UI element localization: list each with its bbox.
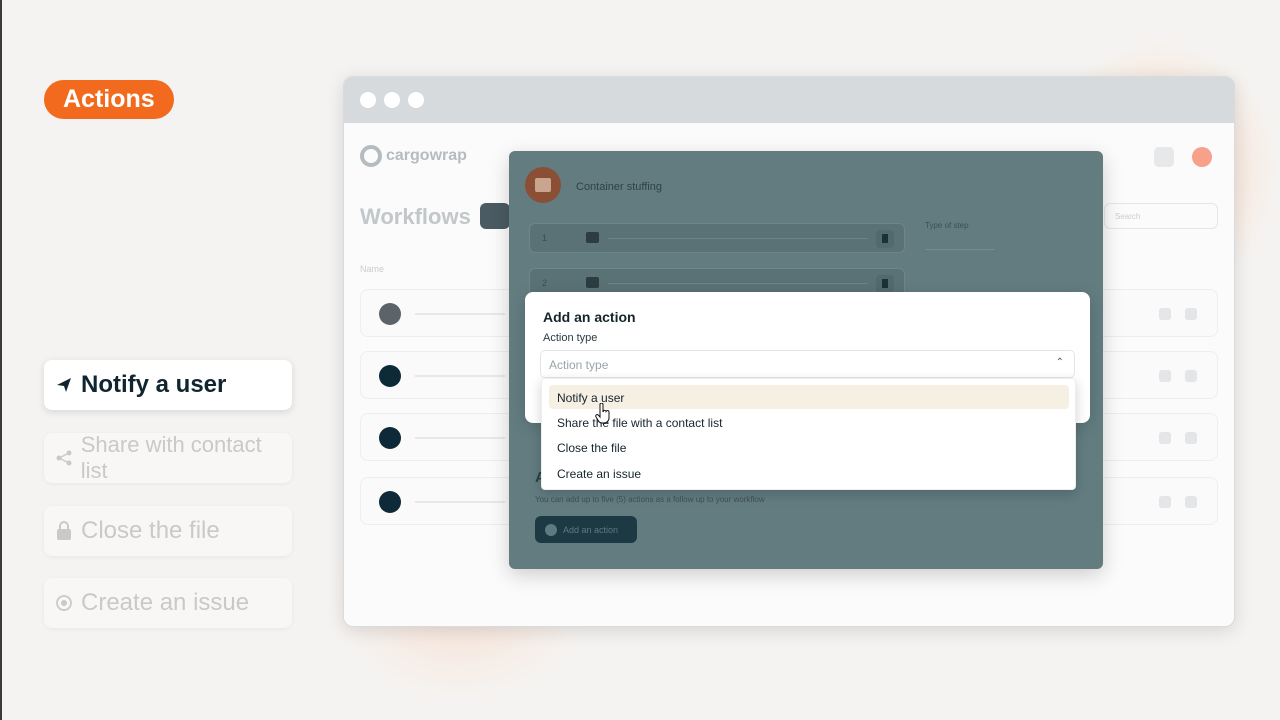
chevron-up-icon: ⌃ — [1055, 357, 1064, 368]
side-item-label: Create an issue — [81, 589, 250, 616]
camera-icon — [586, 232, 599, 243]
step-input-line — [608, 238, 868, 239]
edit-icon — [1159, 432, 1171, 444]
side-item-notify-user: Notify a user — [44, 360, 292, 410]
search-icon — [1154, 147, 1174, 167]
option-create-issue[interactable]: Create an issue — [549, 461, 1069, 485]
page-title: Workflows — [360, 204, 471, 229]
frame-edge — [0, 0, 2, 720]
count-badge — [480, 203, 510, 229]
workflow-step: 1 — [529, 223, 905, 253]
window-dot — [384, 92, 400, 108]
add-action-button[interactable]: Add an action — [535, 516, 637, 543]
action-type-label: Action type — [543, 332, 598, 344]
avatar — [1192, 147, 1212, 167]
target-icon — [54, 593, 74, 613]
side-item-create-issue: Create an issue — [44, 578, 292, 628]
search-input: Search — [1104, 203, 1218, 229]
avatar — [379, 427, 401, 449]
action-type-select[interactable]: Action type ⌃ — [540, 350, 1075, 378]
edit-icon — [1159, 496, 1171, 508]
delete-icon — [1185, 370, 1197, 382]
trash-icon — [876, 275, 894, 293]
container-icon — [525, 167, 561, 203]
side-item-close-file: Close the file — [44, 506, 292, 556]
plus-icon — [545, 523, 557, 536]
step-number: 2 — [542, 278, 548, 288]
option-share-contact-list[interactable]: Share the file with a contact list — [549, 410, 1069, 434]
delete-icon — [1185, 432, 1197, 444]
modal-title: Container stuffing — [576, 181, 663, 193]
row-text-placeholder — [415, 375, 505, 377]
side-item-label: Notify a user — [81, 371, 227, 398]
row-text-placeholder — [415, 501, 505, 503]
app-logo: cargowrap — [360, 145, 467, 167]
lock-icon — [54, 521, 74, 541]
column-header-name: Name — [360, 264, 385, 274]
option-close-file[interactable]: Close the file — [549, 435, 1069, 459]
side-item-label: Share with contact list — [80, 432, 262, 483]
step-input-line — [608, 283, 868, 284]
paper-plane-icon — [54, 375, 74, 395]
side-item-label: Close the file — [81, 517, 220, 544]
action-type-dropdown: Notify a user Share the file with a cont… — [541, 378, 1076, 490]
actions-help-text: You can add up to five (5) actions as a … — [535, 495, 765, 504]
delete-icon — [1185, 496, 1197, 508]
trash-icon — [876, 230, 894, 248]
avatar — [379, 491, 401, 513]
actions-badge: Actions — [44, 80, 174, 119]
edit-icon — [1159, 370, 1171, 382]
step-number: 1 — [542, 233, 548, 243]
row-text-placeholder — [415, 313, 505, 315]
row-text-placeholder — [415, 437, 505, 439]
edit-icon — [1159, 308, 1171, 320]
type-of-step-label: Type of step — [925, 221, 969, 230]
side-item-share-contact-list: Share with contact list — [44, 432, 292, 483]
window-dot — [408, 92, 424, 108]
dialog-title: Add an action — [543, 309, 636, 325]
avatar — [379, 303, 401, 325]
browser-window: cargowrap Workflows Search Name Containe… — [343, 76, 1235, 627]
camera-icon — [586, 277, 599, 288]
share-icon — [54, 448, 74, 468]
logo-mark-icon — [360, 145, 382, 167]
delete-icon — [1185, 308, 1197, 320]
divider — [925, 249, 995, 250]
avatar — [379, 365, 401, 387]
browser-title-bar — [344, 77, 1234, 123]
hand-cursor-icon — [595, 403, 610, 424]
window-dot — [360, 92, 376, 108]
option-notify-user[interactable]: Notify a user — [549, 385, 1069, 409]
